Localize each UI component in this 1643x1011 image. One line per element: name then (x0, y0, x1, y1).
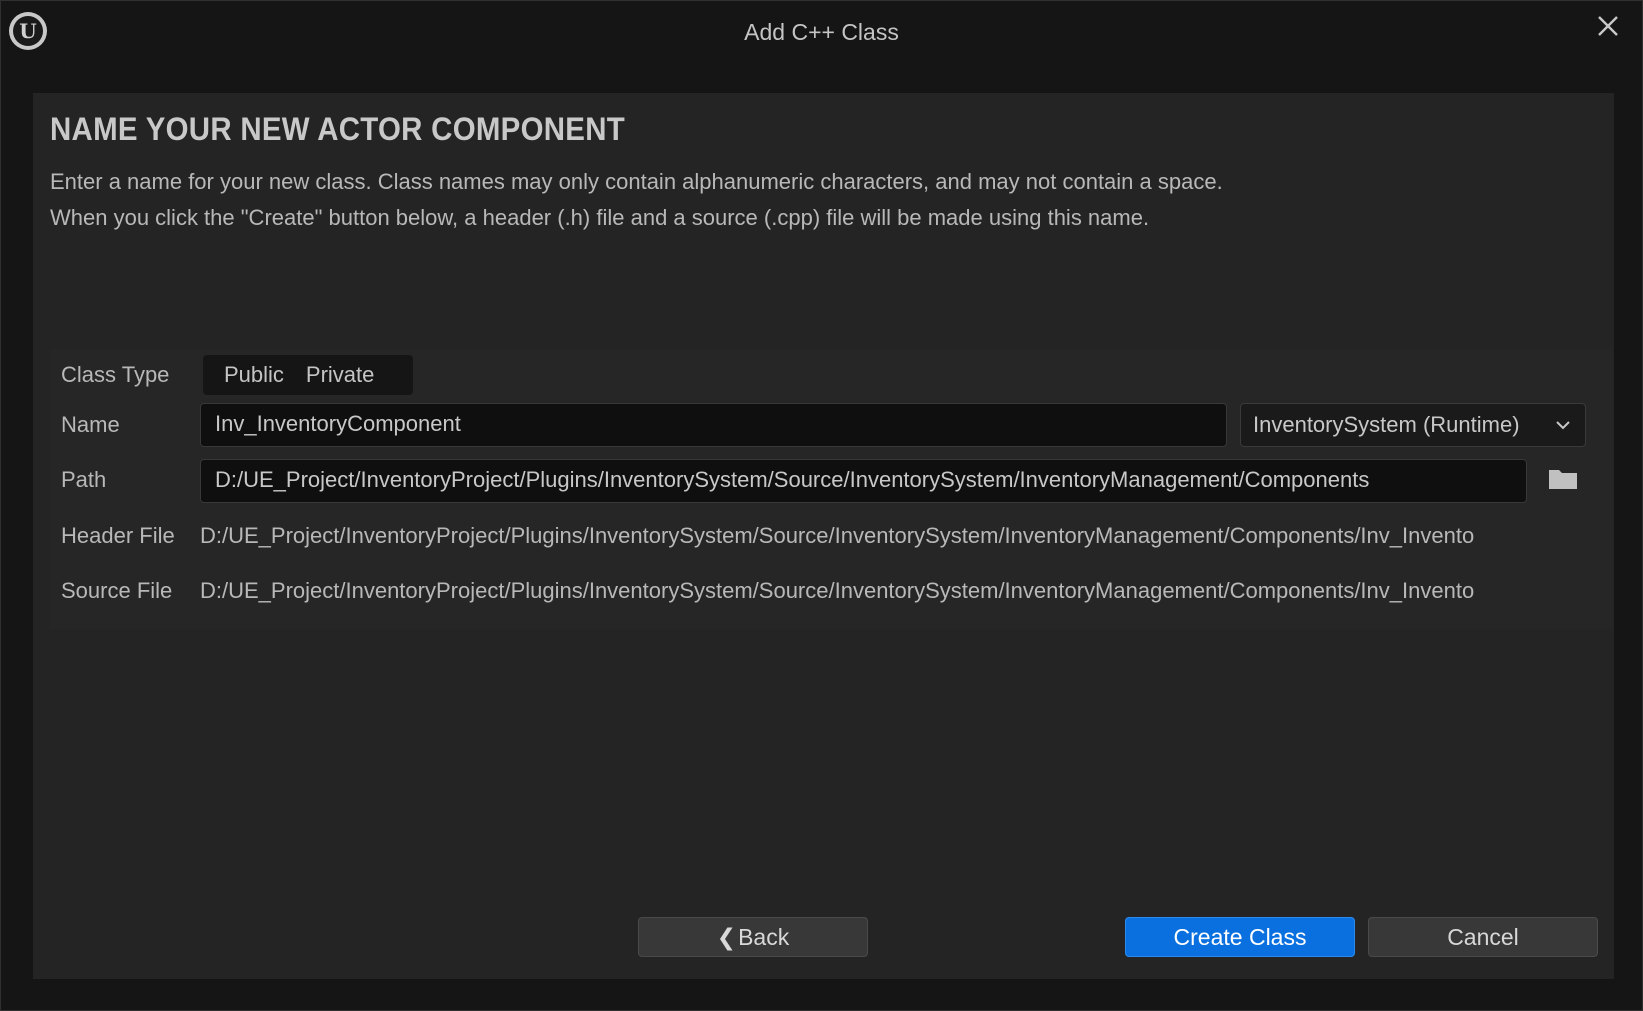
folder-icon (1549, 470, 1577, 489)
description-line-1: Enter a name for your new class. Class n… (50, 169, 1223, 194)
header-file-label: Header File (61, 523, 175, 548)
browse-folder-button[interactable] (1547, 465, 1581, 495)
chevron-left-icon: ❮ (716, 923, 737, 950)
source-file-label: Source File (61, 578, 173, 603)
class-name-input[interactable]: Inv_InventoryComponent (200, 403, 1227, 447)
cancel-button-label: Cancel (1447, 923, 1519, 950)
class-details-form: Class Type Public Private Name Inv_Inven… (50, 349, 1613, 629)
class-type-public-option[interactable]: Public (203, 355, 295, 395)
title-bar[interactable]: U Add C++ Class (1, 1, 1642, 65)
module-dropdown-value: InventorySystem (Runtime) (1253, 412, 1520, 437)
back-button-label: Back (738, 923, 790, 950)
module-dropdown[interactable]: InventorySystem (Runtime) (1240, 403, 1586, 447)
back-button[interactable]: ❮ Back (638, 917, 868, 957)
source-file-path: D:/UE_Project/InventoryProject/Plugins/I… (200, 578, 1475, 603)
class-type-label: Class Type (61, 362, 170, 387)
cancel-button[interactable]: Cancel (1368, 917, 1598, 957)
path-input[interactable]: D:/UE_Project/InventoryProject/Plugins/I… (200, 459, 1527, 503)
header-file-path: D:/UE_Project/InventoryProject/Plugins/I… (200, 523, 1475, 548)
chevron-down-icon (1556, 421, 1570, 430)
create-class-button-label: Create Class (1173, 923, 1307, 950)
class-type-private-option[interactable]: Private (295, 355, 385, 395)
page-title: NAME YOUR NEW ACTOR COMPONENT (50, 111, 626, 147)
add-cpp-class-dialog: U Add C++ Class NAME YOUR NEW ACTOR COMP… (0, 0, 1643, 1011)
path-label: Path (61, 467, 107, 492)
close-button[interactable] (1593, 11, 1623, 41)
create-class-button[interactable]: Create Class (1125, 917, 1355, 957)
class-type-toggle: Public Private (203, 355, 413, 395)
window-title: Add C++ Class (744, 19, 899, 45)
name-label: Name (61, 412, 120, 437)
close-icon (1598, 16, 1618, 36)
description-line-2: When you click the "Create" button below… (50, 205, 1150, 230)
main-panel: NAME YOUR NEW ACTOR COMPONENT Enter a na… (33, 93, 1614, 979)
